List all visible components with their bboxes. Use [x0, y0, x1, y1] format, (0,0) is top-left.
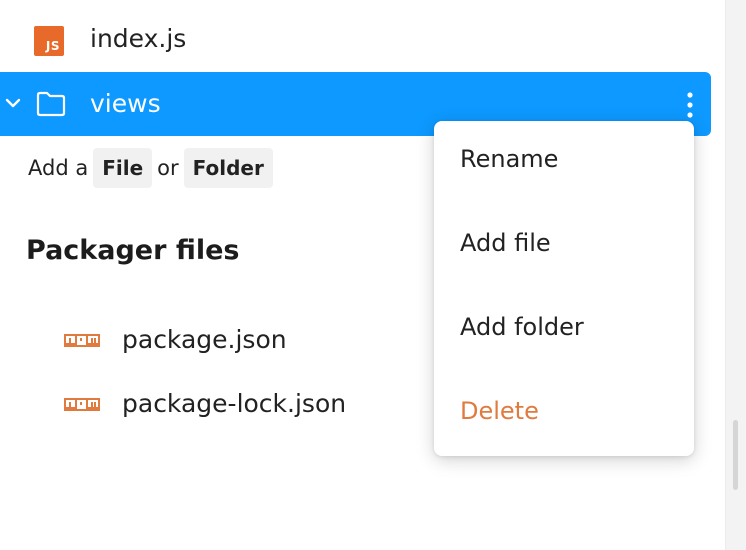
menu-item-add-file[interactable]: Add file	[434, 205, 694, 289]
context-menu: Rename Add file Add folder Delete	[434, 121, 694, 456]
packager-file-label: package-lock.json	[122, 389, 347, 418]
menu-item-label: Add folder	[460, 313, 584, 341]
more-options-icon[interactable]	[680, 90, 700, 120]
or-text: or	[157, 156, 179, 180]
scrollbar-thumb[interactable]	[733, 420, 738, 490]
menu-item-label: Rename	[460, 145, 559, 173]
menu-item-rename[interactable]: Rename	[434, 121, 694, 205]
file-explorer-panel: JS index.js views Add a File or Folder P…	[0, 0, 746, 550]
packager-file-package-lock-json[interactable]: package-lock.json	[0, 380, 420, 430]
add-prefix-text: Add a	[28, 156, 89, 180]
js-file-icon: JS	[34, 26, 64, 56]
tree-item-label: index.js	[90, 24, 187, 53]
chevron-down-icon[interactable]	[4, 94, 22, 112]
packager-file-label: package.json	[122, 325, 287, 354]
add-folder-button[interactable]: Folder	[183, 148, 273, 188]
js-icon-text: JS	[45, 39, 60, 53]
packager-files-heading: Packager files	[26, 235, 240, 266]
menu-item-label: Add file	[460, 229, 551, 257]
add-file-button[interactable]: File	[93, 148, 153, 188]
npm-icon	[64, 398, 100, 411]
packager-file-package-json[interactable]: package.json	[0, 316, 420, 366]
tree-item-index-js[interactable]: JS index.js	[0, 8, 712, 72]
menu-item-add-folder[interactable]: Add folder	[434, 289, 694, 373]
tree-item-label: views	[90, 89, 161, 118]
npm-icon	[64, 334, 100, 347]
folder-icon	[36, 91, 66, 117]
menu-item-delete[interactable]: Delete	[434, 373, 694, 457]
add-file-or-folder: Add a File or Folder	[26, 146, 276, 190]
menu-item-label: Delete	[460, 397, 539, 425]
